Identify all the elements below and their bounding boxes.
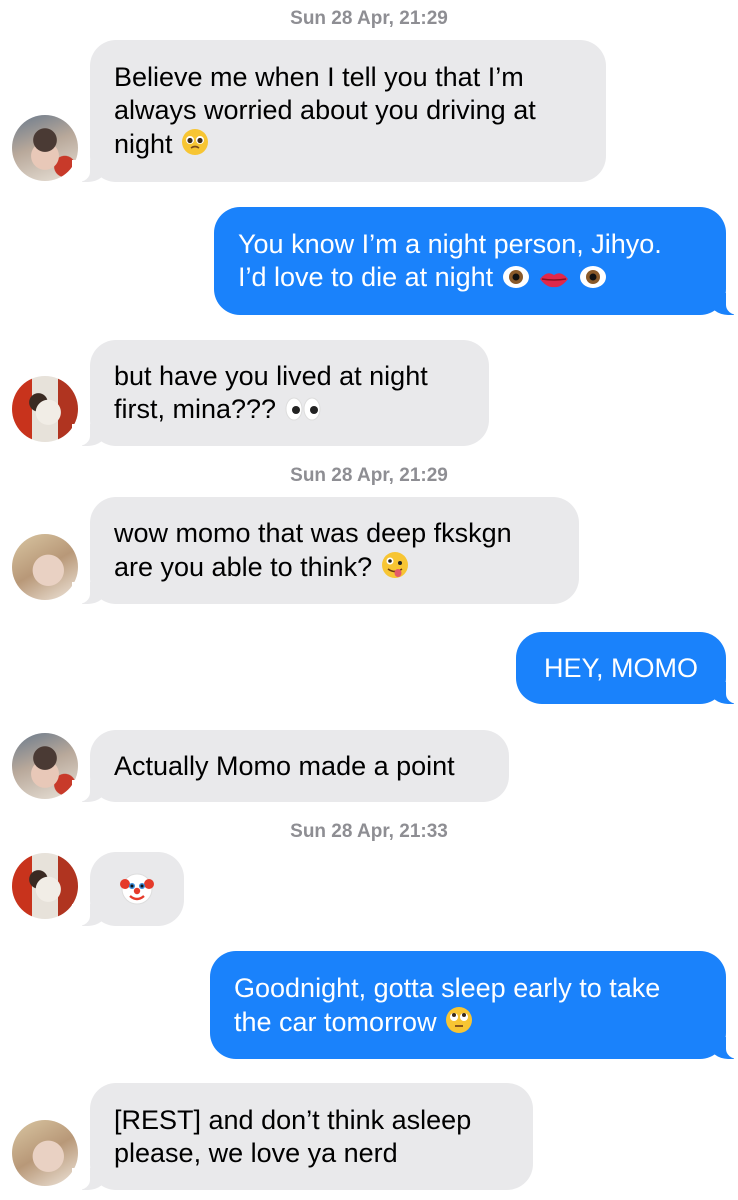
message-text: Actually Momo made a point [114,750,455,781]
message-text: but have you lived at night [114,361,428,391]
message-text: [REST] and don’t think asleep [114,1104,472,1135]
avatar[interactable] [12,1120,78,1186]
message-text-row: are you able to think? [114,550,555,584]
timestamp-time: 21:33 [399,821,448,842]
message-text: I’d love to die at night [238,262,494,292]
eye-roll-face-icon [446,1006,473,1033]
avatar[interactable] [12,115,78,181]
message-bubble-incoming[interactable]: [REST] and don’t think asleep please, we… [72,1083,533,1190]
timestamp-time: 21:29 [399,465,448,486]
eye-icon [579,266,606,288]
avatar[interactable] [12,733,78,799]
zany-face-icon [381,552,408,578]
message-bubble-incoming[interactable]: Believe me when I tell you that I’m alwa… [72,40,606,182]
clown-face-icon [120,873,154,905]
message-bubble-incoming[interactable]: but have you lived at night first, mina?… [72,340,489,446]
message-text: first, mina??? [114,394,277,424]
timestamp: Sun 28 Apr, 21:29 [0,465,738,487]
avatar[interactable] [12,534,78,600]
message-text: Goodnight, gotta sleep early to take [234,972,661,1003]
eyes-icon [285,397,321,421]
message-text: please, we love ya nerd [114,1137,398,1168]
message-bubble-outgoing[interactable]: HEY, MOMO [516,632,738,704]
message-text: the car tomorrow [234,1006,437,1037]
message-text-row: I’d love to die at night [238,261,702,294]
message-text: wow momo that was deep fkskgn [114,518,512,548]
message-text: always worried about you driving at [114,95,536,125]
timestamp-time: 21:29 [399,8,448,29]
message-text: HEY, MOMO [543,652,699,683]
message-bubble-incoming[interactable] [72,852,184,926]
message-bubble-incoming[interactable]: Actually Momo made a point [72,730,509,802]
timestamp: Sun 28 Apr, 21:29 [0,8,738,30]
timestamp-day: Sun 28 Apr, [290,465,394,486]
avatar[interactable] [12,376,78,442]
timestamp-day: Sun 28 Apr, [290,821,394,842]
message-text: You know I’m a night person, Jihyo. [238,229,662,259]
message-text-row: first, mina??? [114,393,465,426]
timestamp-day: Sun 28 Apr, [290,8,394,29]
message-text-row: the car tomorrow [234,1005,702,1039]
message-bubble-outgoing[interactable]: Goodnight, gotta sleep early to take the… [210,951,738,1059]
message-bubble-outgoing[interactable]: You know I’m a night person, Jihyo. I’d … [214,207,738,315]
message-text: Believe me when I tell you that I’m [114,62,524,92]
message-text: night [114,129,173,159]
message-bubble-incoming[interactable]: wow momo that was deep fkskgn are you ab… [72,497,579,604]
lips-icon [540,273,569,288]
eye-icon [502,266,529,288]
avatar[interactable] [12,853,78,919]
message-text-row: night [114,127,582,161]
pleading-face-icon [182,129,209,155]
timestamp: Sun 28 Apr, 21:33 [0,821,738,843]
message-text: are you able to think? [114,552,373,582]
